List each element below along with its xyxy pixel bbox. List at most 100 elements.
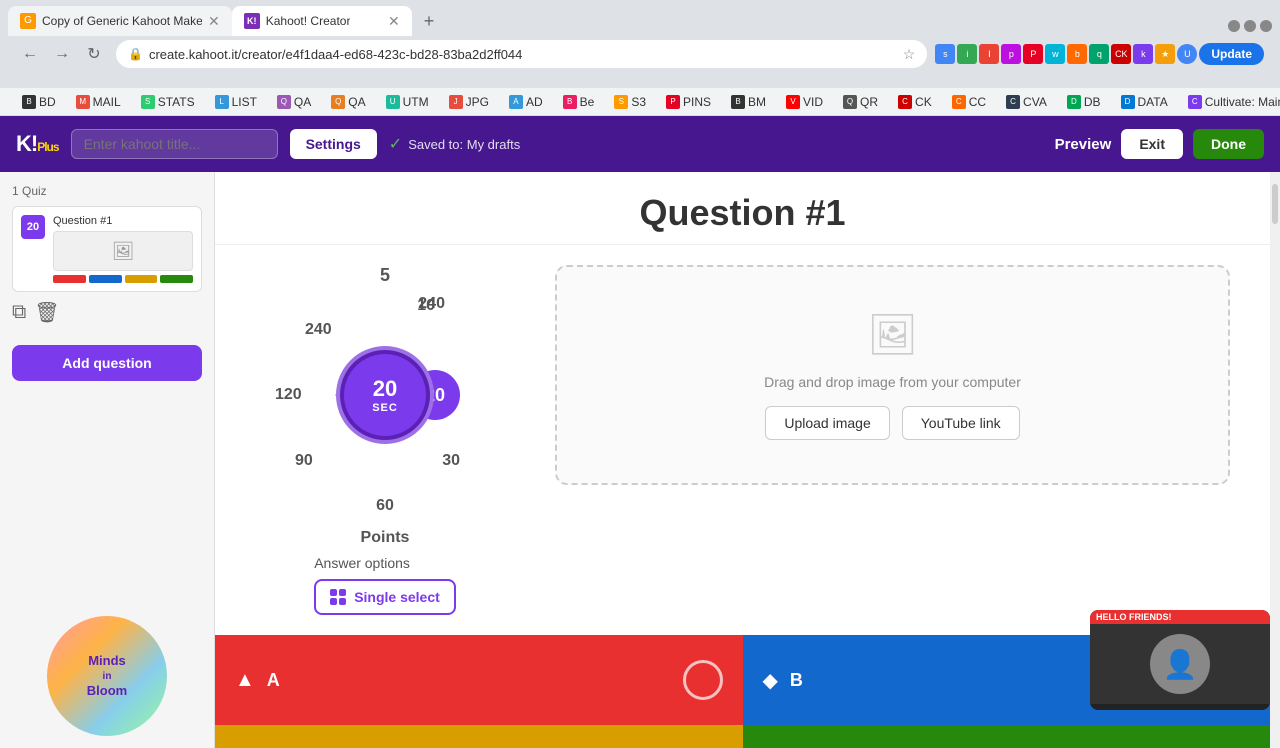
media-drop-zone[interactable]: 🖼 Drag and drop image from your computer… — [555, 265, 1230, 485]
tab-label-2: Kahoot! Creator — [266, 14, 351, 28]
ext-icon-6[interactable]: w — [1045, 44, 1065, 64]
question-card-1[interactable]: 20 Question #1 🖼 — [12, 206, 202, 292]
bookmark-be[interactable]: B Be — [557, 93, 601, 111]
ext-icon-10[interactable]: k — [1133, 44, 1153, 64]
image-placeholder-icon: 🖼 — [867, 311, 918, 358]
sidebar-action-icons: ⧉ 🗑 — [12, 300, 202, 325]
q-answer-d — [160, 275, 193, 283]
tab-close-1[interactable]: ✕ — [208, 13, 220, 30]
question-editor: 5 240 240 10 120 20 SEC 20 90 — [215, 245, 1270, 635]
video-avatar: 👤 — [1150, 634, 1210, 694]
upload-image-button[interactable]: Upload image — [765, 406, 889, 440]
ext-icon-5[interactable]: P — [1023, 44, 1043, 64]
kahoot-title-input[interactable] — [71, 129, 278, 159]
single-select-label: Single select — [354, 589, 440, 605]
timer-center[interactable]: 20 SEC — [340, 350, 430, 440]
question-title: Question #1 — [255, 192, 1230, 234]
bookmark-qa2[interactable]: Q QA — [325, 93, 371, 111]
q-title-1: Question #1 — [53, 215, 193, 227]
bookmark-db[interactable]: D DB — [1061, 93, 1107, 111]
close-button[interactable] — [1260, 20, 1272, 32]
single-select-button[interactable]: Single select — [314, 579, 456, 615]
bookmark-qa1[interactable]: Q QA — [271, 93, 317, 111]
answer-box-a[interactable]: ▲ A — [215, 635, 743, 725]
bookmark-list[interactable]: L LIST — [209, 93, 263, 111]
browser-tab-2[interactable]: K! Kahoot! Creator ✕ — [232, 6, 412, 36]
timer-10-right: 10 — [417, 297, 435, 315]
grid-dot-1 — [330, 589, 337, 596]
timer-wheel[interactable]: 5 240 240 10 120 20 SEC 20 90 — [255, 265, 515, 525]
maximize-button[interactable] — [1244, 20, 1256, 32]
scroll-thumb — [1272, 184, 1278, 224]
bookmark-star-button[interactable]: ☆ — [903, 46, 916, 63]
bookmark-data[interactable]: D DATA — [1115, 93, 1174, 111]
tab-close-2[interactable]: ✕ — [388, 13, 400, 30]
q-answers-preview — [53, 275, 193, 283]
address-bar[interactable]: 🔒 create.kahoot.it/creator/e4f1daa4-ed68… — [116, 40, 927, 68]
browser-tab-1[interactable]: G Copy of Generic Kahoot Maker - G... ✕ — [8, 6, 232, 36]
bookmark-qr[interactable]: Q QR — [837, 93, 884, 111]
points-label: Points — [361, 529, 410, 547]
answer-options-area: Answer options Single select — [314, 555, 456, 615]
ext-icon-1[interactable]: s — [935, 44, 955, 64]
profile-icon[interactable]: U — [1177, 44, 1197, 64]
bookmark-cc[interactable]: C CC — [946, 93, 992, 111]
timer-30: 30 — [442, 452, 460, 470]
answer-box-c[interactable]: ● C — [215, 725, 743, 748]
app-header: K!Plus Settings ✓ Saved to: My drafts Pr… — [0, 116, 1280, 172]
ext-icon-7[interactable]: b — [1067, 44, 1087, 64]
settings-button[interactable]: Settings — [290, 129, 377, 159]
bookmark-stats[interactable]: S STATS — [135, 93, 201, 111]
ext-icon-4[interactable]: p — [1001, 44, 1021, 64]
plus-badge: Plus — [37, 140, 58, 154]
minimize-button[interactable] — [1228, 20, 1240, 32]
right-scrollbar[interactable] — [1270, 172, 1280, 748]
ext-icon-3[interactable]: I — [979, 44, 999, 64]
grid-icon — [330, 589, 346, 605]
bookmark-cva[interactable]: C CVA — [1000, 93, 1053, 111]
bookmark-cultivate[interactable]: C Cultivate: Main Portal — [1182, 93, 1280, 111]
bookmark-ck[interactable]: C CK — [892, 93, 938, 111]
reload-button[interactable]: ↻ — [80, 40, 108, 68]
drag-drop-text: Drag and drop image from your computer — [764, 374, 1021, 390]
add-question-button[interactable]: Add question — [12, 345, 202, 381]
answer-icon-a: ▲ — [235, 669, 255, 692]
new-tab-button[interactable]: + — [412, 6, 447, 36]
timer-90: 90 — [295, 452, 313, 470]
grid-dot-2 — [339, 589, 346, 596]
answer-box-d[interactable]: ■ D — [743, 725, 1271, 748]
answer-letter-a: A — [267, 670, 280, 691]
bookmark-mail[interactable]: M MAIL — [70, 93, 127, 111]
youtube-link-button[interactable]: YouTube link — [902, 406, 1020, 440]
video-overlay-header: HELLO FRIENDS! — [1090, 610, 1270, 624]
bookmark-s3[interactable]: S S3 — [608, 93, 652, 111]
forward-button[interactable]: → — [48, 40, 76, 68]
back-button[interactable]: ← — [16, 40, 44, 68]
bookmark-vid[interactable]: V VID — [780, 93, 829, 111]
delete-icon[interactable]: 🗑 — [34, 300, 59, 325]
bookmark-ad[interactable]: A AD — [503, 93, 549, 111]
controls-area: 5 240 240 10 120 20 SEC 20 90 — [255, 265, 515, 615]
bookmark-jpg[interactable]: J JPG — [443, 93, 495, 111]
question-preview-1: Question #1 🖼 — [53, 215, 193, 283]
bookmark-bd[interactable]: B BD — [16, 93, 62, 111]
ext-icon-8[interactable]: q — [1089, 44, 1109, 64]
ext-icon-2[interactable]: i — [957, 44, 977, 64]
sidebar: 1 Quiz 20 Question #1 🖼 ⧉ 🗑 — [0, 172, 215, 748]
ext-icon-11[interactable]: ★ — [1155, 44, 1175, 64]
exit-button[interactable]: Exit — [1121, 129, 1183, 159]
check-icon: ✓ — [389, 134, 402, 154]
done-button[interactable]: Done — [1193, 129, 1264, 159]
timer-unit: SEC — [372, 402, 398, 414]
update-button[interactable]: Update — [1199, 43, 1264, 65]
bookmark-bm[interactable]: B BM — [725, 93, 772, 111]
minds-in-bloom-logo: Minds in Bloom — [12, 600, 202, 736]
grid-dot-3 — [330, 598, 337, 605]
q-answer-a — [53, 275, 86, 283]
copy-icon[interactable]: ⧉ — [12, 300, 26, 325]
ext-icon-9[interactable]: CK — [1111, 44, 1131, 64]
bookmark-utm[interactable]: U UTM — [380, 93, 435, 111]
answer-options-label: Answer options — [314, 555, 456, 571]
bookmark-pins[interactable]: P PINS — [660, 93, 717, 111]
preview-button[interactable]: Preview — [1055, 136, 1112, 153]
